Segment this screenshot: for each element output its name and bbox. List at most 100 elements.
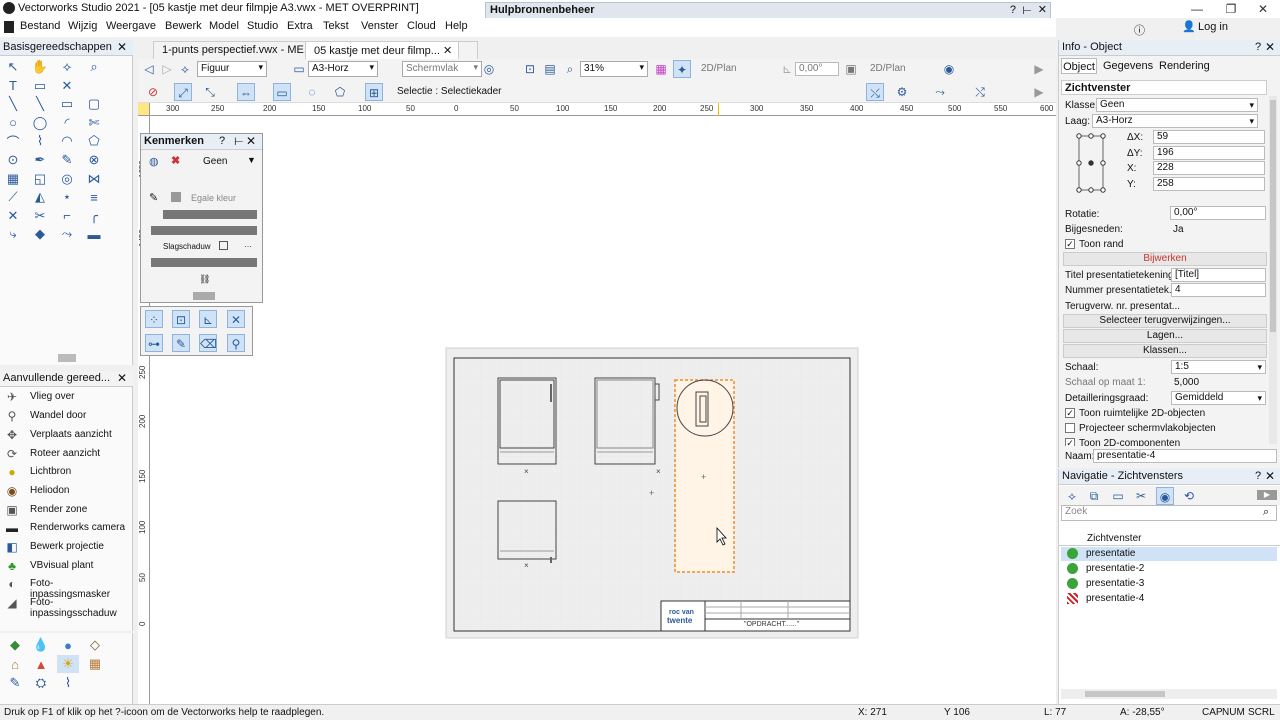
- tool-renderworks-camera[interactable]: ▬ Renderworks camera: [0, 519, 133, 537]
- cross-tool-icon[interactable]: ✕: [2, 207, 24, 225]
- select-tool-icon[interactable]: ↖: [2, 58, 24, 76]
- search-icon[interactable]: ⌕: [1263, 506, 1269, 519]
- angle-field[interactable]: 0,00°: [795, 62, 839, 76]
- view-mode-label[interactable]: 2D/Plan: [701, 63, 737, 74]
- freehand-tool-icon[interactable]: ⌒: [2, 132, 24, 150]
- menu-venster[interactable]: Venster: [361, 20, 398, 32]
- tool-roteer-aanzicht[interactable]: ⟳ Roteer aanzicht: [0, 445, 133, 463]
- dy-field[interactable]: 196: [1153, 146, 1265, 160]
- lasso-icon[interactable]: ◌: [303, 83, 321, 101]
- terugverwijzingen-button[interactable]: Selecteer terugverwijzingen...: [1063, 314, 1267, 328]
- render-icon[interactable]: ◎: [480, 60, 498, 78]
- anchor-grid[interactable]: [1073, 130, 1109, 196]
- tool-verplaats-aanzicht[interactable]: ✥ Verplaats aanzicht: [0, 426, 133, 444]
- toolset-fab-icon[interactable]: ⛭: [30, 674, 52, 692]
- pan-tool-icon[interactable]: ✋: [29, 58, 51, 76]
- smart-cursor-icon[interactable]: ⤳: [931, 83, 949, 101]
- delete-tool-icon[interactable]: ✕: [56, 77, 78, 95]
- tool-render-zone[interactable]: ▣ Render zone: [0, 501, 133, 519]
- laag-dropdown[interactable]: A3-Horz: [1092, 114, 1258, 128]
- transform-icon[interactable]: ⤡: [201, 83, 219, 101]
- resource-manager-titlebar[interactable]: Hulpbronnenbeheer ? ⊢ ✕: [485, 2, 1051, 19]
- menu-help[interactable]: Help: [445, 20, 468, 32]
- detail-dropdown[interactable]: Gemiddeld: [1171, 391, 1266, 405]
- minimize-button[interactable]: —: [1180, 0, 1214, 18]
- nav-item-presentatie[interactable]: presentatie: [1061, 547, 1277, 561]
- help-icon[interactable]: ?: [1010, 4, 1016, 16]
- shadow-options-icon[interactable]: …: [244, 240, 252, 249]
- plane-icon[interactable]: ▣: [842, 60, 860, 78]
- rounded-rect-tool-icon[interactable]: ▢: [83, 95, 105, 113]
- horizontal-ruler[interactable]: 300 250 200 150 100 50 0 50 100 150 200 250 300 350 40…: [150, 103, 1056, 116]
- login-link[interactable]: Log in: [1198, 21, 1228, 33]
- pin-icon[interactable]: ⊢: [234, 135, 244, 148]
- disable-snap-icon[interactable]: ⊘: [144, 83, 162, 101]
- gear-icon[interactable]: ⚙: [893, 83, 911, 101]
- fill-dropdown-icon[interactable]: ▼: [247, 155, 256, 165]
- help-icon[interactable]: ?: [1255, 41, 1261, 53]
- zoom-dropdown[interactable]: 31%: [580, 61, 648, 77]
- opt3-checkbox[interactable]: ✓ Toon 2D-componenten: [1065, 438, 1180, 446]
- class-icon[interactable]: ⟡: [176, 60, 194, 78]
- chamfer-tool-icon[interactable]: ⤷: [2, 225, 24, 243]
- info-icon[interactable]: ⓘ: [1134, 22, 1145, 38]
- x-field[interactable]: 228: [1153, 161, 1265, 175]
- checkbox-checked[interactable]: ✓: [1065, 239, 1075, 250]
- opt2-checkbox[interactable]: Projecteer schermvlakobjecten: [1065, 423, 1216, 434]
- mode-eraser-icon[interactable]: ⌫: [199, 334, 217, 352]
- rotate-tool-icon[interactable]: ◎: [56, 170, 78, 188]
- zoom-tool-icon[interactable]: ⌕: [83, 58, 105, 76]
- close-icon[interactable]: ✕: [1265, 40, 1275, 54]
- nav-item-presentatie-2[interactable]: presentatie-2: [1061, 562, 1277, 576]
- view-settings-icon[interactable]: ◉: [940, 60, 958, 78]
- offset-tool-icon[interactable]: ▦: [2, 170, 24, 188]
- mirror-tool-icon[interactable]: ◱: [29, 170, 51, 188]
- drawing-canvas[interactable]: × × × + + roc van twente "OPDRACHT......…: [150, 116, 1056, 704]
- tool-vbvisual-plant[interactable]: ♣ VBvisual plant: [0, 557, 133, 575]
- opacity-bar[interactable]: [151, 258, 257, 267]
- polyline-tool-icon[interactable]: ⌇: [29, 132, 51, 150]
- tool-foto-schaduw[interactable]: ◢ Foto-inpassingsschaduw: [0, 594, 133, 619]
- nav-views-icon[interactable]: ✂: [1132, 487, 1150, 505]
- close-icon[interactable]: ✕: [1038, 3, 1047, 16]
- nav-item-presentatie-3[interactable]: presentatie-3: [1061, 577, 1277, 591]
- close-icon[interactable]: ✕: [246, 134, 256, 148]
- close-icon[interactable]: ✕: [117, 40, 127, 54]
- checkbox-unchecked[interactable]: [1065, 423, 1075, 434]
- close-icon[interactable]: ✕: [117, 371, 127, 385]
- naam-field[interactable]: presentatie-4: [1093, 449, 1277, 463]
- path-tool-icon[interactable]: ⤳: [56, 225, 78, 243]
- pencil-tool-icon[interactable]: ⟋: [2, 188, 24, 206]
- fill-icon[interactable]: ◍: [149, 155, 159, 168]
- menu-bewerk[interactable]: Bewerk: [165, 20, 202, 32]
- visibility-tool-icon[interactable]: ⊗: [83, 151, 105, 169]
- checkbox-checked[interactable]: ✓: [1065, 438, 1075, 446]
- menu-extra[interactable]: Extra: [287, 20, 313, 32]
- pen-style[interactable]: Egale kleur: [191, 193, 236, 203]
- toolset-pencil-icon[interactable]: ✎: [4, 674, 26, 692]
- menu-weergave[interactable]: Weergave: [106, 20, 156, 32]
- plane-mode-label[interactable]: 2D/Plan: [870, 63, 906, 74]
- shape-tool-icon[interactable]: ◆: [29, 225, 51, 243]
- bar-tool-icon[interactable]: ▬: [83, 225, 105, 243]
- opt1-checkbox[interactable]: ✓ Toon ruimtelijke 2D-objecten: [1065, 408, 1205, 419]
- flyover-tool-icon[interactable]: ⟡: [56, 58, 78, 76]
- nav-search-input[interactable]: Zoek: [1061, 505, 1277, 521]
- toolset-building-icon[interactable]: ⌂: [4, 655, 26, 673]
- schaal-dropdown[interactable]: 1:5: [1171, 360, 1266, 374]
- rectangle-tool-icon[interactable]: ▭: [56, 95, 78, 113]
- tab-rendering[interactable]: Rendering: [1159, 60, 1210, 72]
- poly-select-icon[interactable]: ⬠: [331, 83, 349, 101]
- snap-tool-icon[interactable]: ⤯: [866, 83, 884, 101]
- nav-hscrollbar[interactable]: [1061, 689, 1277, 699]
- back-icon[interactable]: ◁: [140, 60, 158, 78]
- selected-viewport[interactable]: +: [674, 379, 735, 573]
- tool-heliodon[interactable]: ◉ Heliodon: [0, 482, 133, 500]
- pen-icon[interactable]: ✎: [149, 191, 158, 204]
- tool-vlieg-over[interactable]: ✈ Vlieg over: [0, 388, 133, 406]
- scrollbar-thumb[interactable]: [1085, 691, 1165, 697]
- pen-color-swatch[interactable]: [171, 192, 181, 202]
- align-icon[interactable]: ⇔: [237, 83, 255, 101]
- view-dropdown[interactable]: Schermvlak: [402, 61, 482, 77]
- oval-tool-icon[interactable]: ◯: [29, 114, 51, 132]
